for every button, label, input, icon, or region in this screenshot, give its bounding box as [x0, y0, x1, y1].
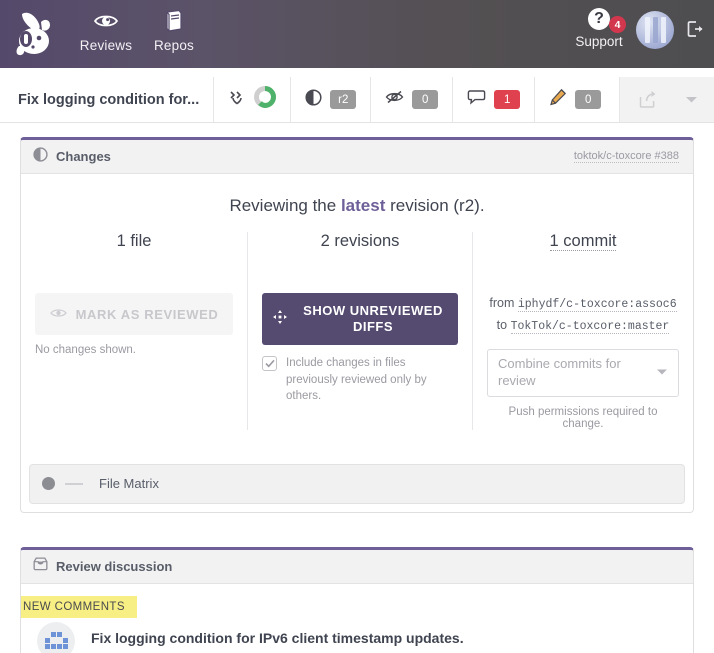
discussion-entry-title: Fix logging condition for IPv6 client ti… — [91, 629, 464, 646]
repo-pr-link[interactable]: toktok/c-toxcore #388 — [573, 150, 679, 163]
latest-revision-link[interactable]: latest — [341, 196, 385, 215]
review-toolbar: Fix logging condition for... r2 0 1 0 — [0, 77, 714, 123]
user-avatar-icon — [636, 11, 674, 49]
mark-as-reviewed-label: MARK AS REVIEWED — [75, 306, 219, 322]
branch-from-value[interactable]: iphydf/c-toxcore:assoc6 — [517, 298, 677, 312]
chevron-down-icon[interactable] — [675, 77, 714, 122]
check-icon — [264, 359, 275, 368]
share-icon[interactable] — [620, 77, 675, 122]
discussion-card-header: Review discussion — [21, 549, 693, 584]
rabbit-logo-icon — [16, 12, 50, 56]
branch-from-row: from iphydf/c-toxcore:assoc6 — [487, 293, 679, 315]
branch-from-to: from iphydf/c-toxcore:assoc6 to TokTok/c… — [487, 293, 679, 337]
toolbar-comments-cell[interactable]: 1 — [452, 77, 534, 122]
reviewing-suffix: revision (r2). — [385, 196, 485, 215]
file-matrix-label: File Matrix — [99, 476, 159, 492]
contrast-circle-icon — [305, 88, 322, 111]
include-changes-label: Include changes in files previously revi… — [286, 357, 427, 403]
identicon-avatar — [44, 632, 68, 650]
eye-icon — [49, 307, 67, 322]
toolbar-unread-cell[interactable]: 0 — [370, 77, 452, 122]
changes-card-header: Changes toktok/c-toxcore #388 — [21, 140, 693, 174]
revisions-count: 2 revisions — [320, 232, 400, 250]
expand-arrows-icon — [272, 309, 288, 329]
changes-card: Changes toktok/c-toxcore #388 Reviewing … — [20, 137, 694, 513]
comments-badge: 1 — [494, 90, 521, 109]
files-column: 1 file MARK AS REVIEWED No changes shown… — [21, 232, 247, 430]
donut-progress-icon — [254, 86, 277, 113]
show-unreviewed-diffs-button[interactable]: SHOW UNREVIEWED DIFFS — [262, 293, 458, 345]
nav-item-repos[interactable]: Repos — [140, 8, 208, 53]
discussion-body: Fix logging condition for IPv6 client ti… — [21, 584, 693, 653]
connector-line — [65, 482, 83, 485]
discussion-avatar-wrap — [37, 621, 77, 653]
branch-from-label: from — [489, 296, 515, 310]
comment-icon — [467, 89, 486, 111]
no-changes-note: No changes shown. — [35, 344, 137, 356]
combine-commits-value: Combine commits for review — [498, 355, 621, 388]
reviewing-revision-line: Reviewing the latest revision (r2). — [21, 174, 693, 220]
main-content-area: Changes toktok/c-toxcore #388 Reviewing … — [0, 123, 714, 653]
avatar[interactable] — [37, 621, 75, 653]
review-discussion-card: Review discussion NEW COMMENTS Fix loggi… — [20, 546, 694, 653]
chevrons-heart-icon — [228, 89, 246, 110]
commits-column: 1 commit from iphydf/c-toxcore:assoc6 to… — [473, 232, 693, 430]
chevron-down-icon — [648, 364, 668, 381]
toolbar-drafts-cell[interactable]: 0 — [534, 77, 615, 122]
toolbar-actions-group — [619, 77, 714, 122]
top-navigation-bar: Reviews Repos ? 4 Support — [0, 0, 714, 68]
nav-item-reviews-label: Reviews — [79, 38, 133, 53]
branch-to-label: to — [496, 317, 508, 332]
changes-columns: 1 file MARK AS REVIEWED No changes shown… — [21, 220, 693, 452]
revisions-column: 2 revisions SHOW UNREVIEWED DIFFS Includ… — [247, 232, 473, 430]
reviewing-prefix: Reviewing the — [229, 196, 341, 215]
support-badge-count: 4 — [609, 16, 626, 33]
changes-card-title: Changes — [56, 149, 111, 164]
toolbar-revision-cell[interactable]: r2 — [290, 77, 370, 122]
review-title[interactable]: Fix logging condition for... — [0, 77, 213, 122]
eye-icon — [93, 8, 119, 34]
discussion-card-title: Review discussion — [56, 558, 173, 574]
push-permissions-note: Push permissions required to change. — [508, 405, 658, 430]
avatar[interactable] — [636, 11, 674, 49]
contrast-circle-icon — [33, 146, 48, 167]
unread-badge: 0 — [412, 90, 439, 109]
include-changes-checkbox[interactable] — [262, 356, 277, 371]
support-button[interactable]: ? 4 Support — [566, 8, 632, 49]
nav-right-group: ? 4 Support — [566, 0, 714, 49]
revision-badge: r2 — [330, 90, 357, 109]
primary-nav-items: Reviews Repos — [72, 0, 208, 53]
circle-node-icon — [42, 477, 55, 491]
branch-to-row: to TokTok/c-toxcore:master — [487, 315, 679, 337]
question-mark-icon: ? — [588, 8, 610, 30]
show-unreviewed-diffs-label: SHOW UNREVIEWED DIFFS — [303, 302, 443, 334]
mark-as-reviewed-button[interactable]: MARK AS REVIEWED — [35, 293, 233, 335]
nav-item-repos-label: Repos — [153, 38, 195, 53]
support-label: Support — [575, 34, 623, 49]
commits-count-label[interactable]: 1 commit — [549, 232, 617, 251]
app-logo[interactable] — [0, 0, 72, 68]
nav-item-reviews[interactable]: Reviews — [72, 8, 140, 53]
combine-commits-select[interactable]: Combine commits for review — [487, 348, 679, 397]
file-matrix-row[interactable]: File Matrix — [29, 463, 685, 504]
toolbar-status-cell[interactable] — [213, 77, 290, 122]
inbox-icon — [33, 557, 48, 576]
logout-icon[interactable] — [686, 20, 704, 43]
new-comments-badge: NEW COMMENTS — [21, 595, 137, 618]
drafts-badge: 0 — [575, 90, 602, 109]
book-icon — [163, 8, 185, 34]
branch-to-value[interactable]: TokTok/c-toxcore:master — [510, 319, 670, 334]
include-changes-checkbox-row[interactable]: Include changes in files previously revi… — [262, 355, 458, 405]
files-count: 1 file — [116, 232, 152, 250]
eye-slash-icon — [385, 89, 404, 110]
commits-count: 1 commit — [487, 232, 679, 251]
discussion-entry[interactable]: Fix logging condition for IPv6 client ti… — [21, 621, 693, 653]
pencil-icon — [549, 88, 567, 111]
